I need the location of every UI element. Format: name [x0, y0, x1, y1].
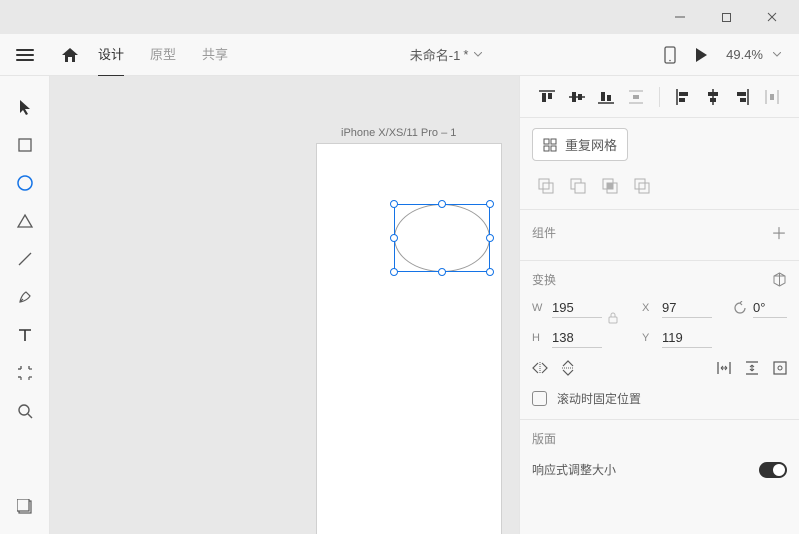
align-right-icon[interactable]	[728, 82, 758, 112]
play-icon[interactable]	[694, 47, 708, 63]
home-icon	[61, 47, 79, 63]
boolean-exclude-icon[interactable]	[628, 173, 656, 199]
home-button[interactable]	[50, 47, 90, 63]
add-component-button[interactable]: ＋	[771, 220, 787, 244]
select-tool[interactable]	[0, 88, 50, 126]
align-hcenter-icon[interactable]	[698, 82, 728, 112]
transform-section: 变换 W X H Y	[520, 261, 799, 420]
selected-ellipse[interactable]	[394, 204, 490, 272]
tool-column	[0, 76, 50, 534]
distribute-h-icon[interactable]	[757, 82, 787, 112]
x-input[interactable]	[662, 298, 712, 318]
width-input[interactable]	[552, 298, 602, 318]
boolean-ops-row	[520, 167, 799, 210]
properties-panel: 重复网格 组件 ＋ 变换 W X	[519, 76, 799, 534]
constrain-v-icon[interactable]	[745, 361, 759, 375]
align-top-icon[interactable]	[532, 82, 562, 112]
3d-transform-icon[interactable]	[772, 272, 787, 287]
layout-label: 版面	[532, 430, 556, 447]
align-vcenter-icon[interactable]	[562, 82, 592, 112]
flip-h-icon[interactable]	[532, 362, 548, 374]
component-label: 组件	[532, 224, 556, 241]
zoom-tool[interactable]	[0, 392, 50, 430]
tab-prototype[interactable]: 原型	[150, 32, 176, 77]
text-tool[interactable]	[0, 316, 50, 354]
artboard-label[interactable]: iPhone X/XS/11 Pro – 1	[341, 127, 456, 139]
ellipse-tool[interactable]	[0, 164, 50, 202]
height-input[interactable]	[552, 328, 602, 348]
responsive-toggle[interactable]	[759, 462, 787, 478]
tab-design[interactable]: 设计	[98, 32, 124, 77]
boolean-add-icon[interactable]	[532, 173, 560, 199]
document-title[interactable]: 未命名-1*	[228, 45, 664, 64]
chevron-down-icon	[773, 52, 781, 57]
polygon-tool[interactable]	[0, 202, 50, 240]
layout-section: 版面 响应式调整大小	[520, 420, 799, 490]
pen-tool[interactable]	[0, 278, 50, 316]
assets-button[interactable]	[0, 488, 50, 526]
canvas[interactable]: iPhone X/XS/11 Pro – 1	[50, 76, 519, 534]
y-input[interactable]	[662, 328, 712, 348]
mode-tabs: 设计 原型 共享	[98, 32, 228, 77]
flip-v-icon[interactable]	[562, 360, 574, 376]
fix-on-scroll-checkbox[interactable]	[532, 391, 547, 406]
topbar: 设计 原型 共享 未命名-1* 49.4%	[0, 34, 799, 76]
line-tool[interactable]	[0, 240, 50, 278]
boolean-subtract-icon[interactable]	[564, 173, 592, 199]
boolean-intersect-icon[interactable]	[596, 173, 624, 199]
component-section: 组件 ＋	[520, 210, 799, 261]
constrain-h-icon[interactable]	[717, 361, 731, 375]
responsive-label: 响应式调整大小	[532, 461, 616, 478]
rectangle-tool[interactable]	[0, 126, 50, 164]
constrain-both-icon[interactable]	[773, 361, 787, 375]
rotation-input[interactable]	[753, 298, 787, 318]
lock-aspect-icon[interactable]	[608, 312, 636, 324]
artboard[interactable]	[317, 144, 501, 534]
hamburger-menu[interactable]	[0, 49, 50, 61]
align-row	[520, 76, 799, 118]
titlebar	[0, 0, 799, 34]
repeat-grid-button[interactable]: 重复网格	[532, 128, 628, 161]
device-preview-icon[interactable]	[664, 46, 676, 64]
rotate-icon[interactable]	[733, 301, 747, 315]
align-left-icon[interactable]	[668, 82, 698, 112]
distribute-v-icon[interactable]	[621, 82, 651, 112]
transform-label: 变换	[532, 271, 556, 288]
align-bottom-icon[interactable]	[592, 82, 622, 112]
artboard-tool[interactable]	[0, 354, 50, 392]
close-button[interactable]	[749, 0, 795, 34]
maximize-button[interactable]	[703, 0, 749, 34]
fix-on-scroll-label: 滚动时固定位置	[557, 390, 641, 407]
minimize-button[interactable]	[657, 0, 703, 34]
repeat-grid-icon	[543, 138, 557, 152]
tab-share[interactable]: 共享	[202, 32, 228, 77]
zoom-control[interactable]: 49.4%	[726, 47, 781, 62]
chevron-down-icon	[474, 52, 482, 57]
